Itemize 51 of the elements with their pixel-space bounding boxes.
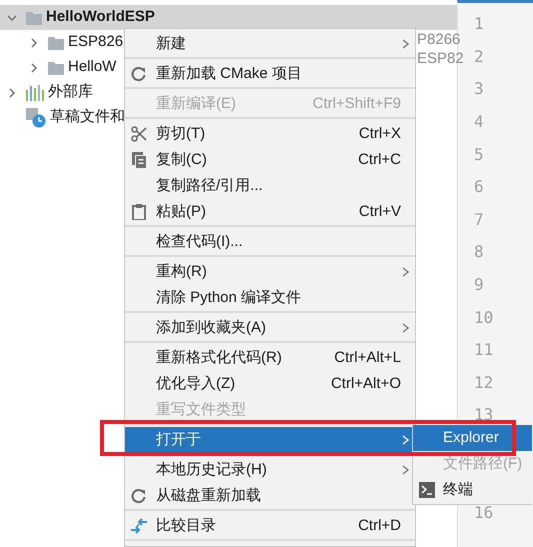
terminal-icon bbox=[419, 482, 435, 498]
line-number: 12 bbox=[473, 372, 494, 394]
menu-item[interactable]: 本地历史记录(H) bbox=[125, 457, 415, 483]
menu-item[interactable]: 优化导入(Z) Ctrl+Alt+O bbox=[125, 371, 415, 397]
menu-item[interactable]: Explorer bbox=[413, 425, 532, 451]
line-number: 5 bbox=[473, 144, 485, 166]
tree-item-label[interactable]: 外部库 bbox=[48, 81, 93, 104]
tree-item-label[interactable]: HelloWorldESP bbox=[46, 6, 155, 29]
line-number: 11 bbox=[473, 339, 494, 362]
menu-item[interactable]: 打开于 bbox=[125, 427, 415, 453]
copy-icon bbox=[131, 152, 147, 168]
menu-item[interactable]: 重构(R) bbox=[125, 259, 415, 285]
tree-item-label[interactable]: 草稿文件和 bbox=[50, 106, 125, 129]
menu-item[interactable]: 复制路径/引用... bbox=[125, 173, 415, 199]
library-icon bbox=[26, 84, 44, 100]
tree-item-label[interactable]: HelloW bbox=[68, 56, 116, 79]
tree-item-detail: P8266 bbox=[417, 30, 460, 50]
folder-icon bbox=[48, 36, 64, 50]
line-number: 8 bbox=[473, 241, 485, 264]
menu-item[interactable]: 检查代码(I)... bbox=[125, 229, 415, 255]
line-number: 7 bbox=[473, 208, 485, 231]
line-number: 16 bbox=[473, 502, 494, 524]
folder-icon bbox=[48, 60, 64, 74]
menu-item[interactable]: 新建 bbox=[125, 31, 415, 57]
tree-item-label[interactable]: ESP826 bbox=[68, 31, 124, 54]
menu-item[interactable]: 粘贴(P) Ctrl+V bbox=[125, 199, 415, 225]
menu-item[interactable]: 重新格式化代码(R) Ctrl+Alt+L bbox=[125, 345, 415, 371]
line-number: 10 bbox=[473, 306, 494, 329]
cut-icon bbox=[131, 126, 147, 142]
line-number: 1 bbox=[473, 13, 485, 36]
menu-item[interactable]: 终端 bbox=[413, 477, 532, 503]
tree-item-detail: ESP82 bbox=[417, 49, 464, 69]
menu-item[interactable]: 重新加载 CMake 项目 bbox=[125, 61, 415, 87]
scratch-file-icon bbox=[26, 108, 46, 128]
reload-icon bbox=[131, 66, 147, 82]
line-number: 3 bbox=[473, 78, 485, 100]
line-number: 9 bbox=[473, 274, 485, 296]
reload-icon bbox=[131, 488, 147, 504]
line-number: 4 bbox=[473, 111, 485, 134]
tree-row[interactable]: HelloWorldESP bbox=[0, 5, 457, 30]
menu-item[interactable]: 从磁盘重新加载 bbox=[125, 483, 415, 509]
folder-icon bbox=[26, 10, 42, 24]
menu-item[interactable]: 剪切(T) Ctrl+X bbox=[125, 121, 415, 147]
line-number: 6 bbox=[473, 176, 485, 198]
clipboard-icon bbox=[131, 204, 147, 220]
menu-item[interactable]: 比较目录 Ctrl+D bbox=[125, 513, 415, 539]
menu-item[interactable]: 复制(C) Ctrl+C bbox=[125, 147, 415, 173]
compare-arrows-icon bbox=[131, 518, 147, 534]
menu-item[interactable]: 添加到收藏夹(A) bbox=[125, 315, 415, 341]
line-number: 13 bbox=[473, 404, 494, 426]
menu-item[interactable]: 清除 Python 编译文件 bbox=[125, 285, 415, 311]
